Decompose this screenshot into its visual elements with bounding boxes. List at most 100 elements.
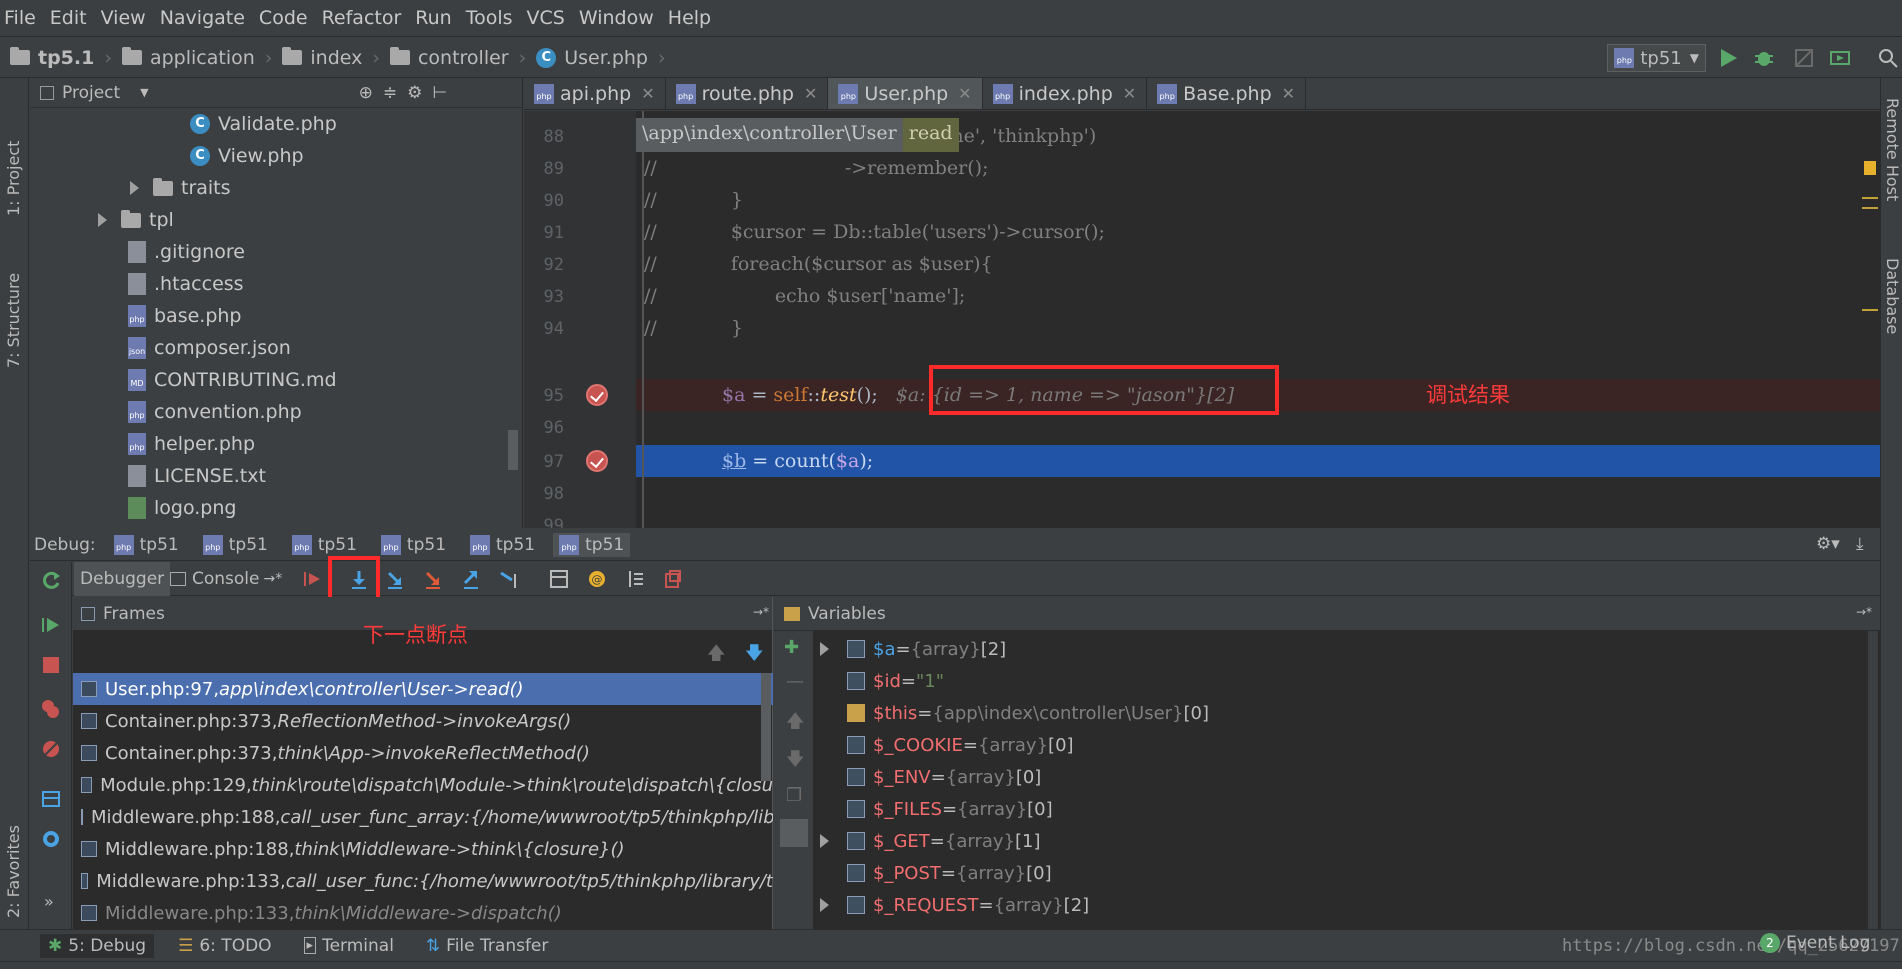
- tree-item[interactable]: logo.png: [30, 492, 236, 524]
- remove-watch-icon[interactable]: —: [786, 671, 804, 692]
- menu-tools[interactable]: Tools: [466, 7, 513, 29]
- rerun-icon[interactable]: [1828, 46, 1852, 70]
- close-icon[interactable]: ✕: [641, 84, 654, 103]
- variable-row[interactable]: $_POST = {array} [0]: [814, 857, 1052, 889]
- crumb-application[interactable]: application ›: [121, 47, 272, 69]
- frame-row[interactable]: Container.php:373, think\App->invokeRefl…: [73, 737, 773, 769]
- debug-session-tab[interactable]: php tp51: [464, 533, 541, 557]
- view-breakpoints-icon[interactable]: [40, 698, 62, 720]
- arrow-up-icon[interactable]: 🡅: [707, 641, 726, 671]
- menu-window[interactable]: Window: [579, 7, 654, 29]
- frame-row[interactable]: Middleware.php:188, call_user_func_array…: [73, 801, 773, 833]
- variable-row[interactable]: $_ENV = {array} [0]: [814, 761, 1041, 793]
- arrow-up-icon[interactable]: 🡅: [786, 709, 805, 739]
- menu-file[interactable]: File: [4, 7, 36, 29]
- close-icon[interactable]: ✕: [1123, 84, 1136, 103]
- tree-item[interactable]: MD CONTRIBUTING.md: [30, 364, 337, 396]
- arrow-down-icon[interactable]: 🡇: [786, 747, 805, 777]
- event-log-button[interactable]: 2 Event Log: [1760, 933, 1870, 953]
- hide-icon[interactable]: ⊢: [432, 83, 447, 103]
- run-config-select[interactable]: php tp51 ▼: [1607, 44, 1706, 72]
- step-out-icon[interactable]: [460, 568, 482, 590]
- menu-help[interactable]: Help: [668, 7, 711, 29]
- breakpoint-icon[interactable]: [586, 450, 608, 472]
- warning-marker[interactable]: [1864, 161, 1876, 175]
- tree-item[interactable]: .gitignore: [30, 236, 245, 268]
- tool-database[interactable]: Database: [1883, 258, 1902, 334]
- expand-arrow-icon[interactable]: [130, 181, 139, 195]
- tool-file-transfer-button[interactable]: ⇅ File Transfer: [418, 934, 556, 958]
- tree-item[interactable]: C View.php: [30, 140, 304, 172]
- run-to-cursor-icon[interactable]: [498, 568, 520, 590]
- step-into-icon[interactable]: [384, 568, 406, 590]
- frame-row[interactable]: Middleware.php:188, think\Middleware->th…: [73, 833, 773, 865]
- tab-debugger[interactable]: Debugger: [74, 562, 171, 596]
- scrollbar-thumb[interactable]: [508, 430, 518, 470]
- tree-item[interactable]: php base.php: [30, 300, 242, 332]
- rerun-icon[interactable]: [40, 570, 62, 592]
- gear-icon[interactable]: ⚙▾: [1816, 534, 1840, 554]
- frame-row[interactable]: Middleware.php:133, call_user_func:{/hom…: [73, 865, 773, 897]
- menu-navigate[interactable]: Navigate: [160, 7, 245, 29]
- crumb-file[interactable]: C User.php ›: [536, 47, 666, 69]
- menu-refactor[interactable]: Refactor: [322, 7, 402, 29]
- breakpoint-icon[interactable]: [586, 384, 608, 406]
- code-editor[interactable]: 88 //->with('name', 'thinkphp') 89 //->r…: [524, 111, 1880, 528]
- variable-row[interactable]: $_COOKIE = {array} [0]: [814, 729, 1074, 761]
- crumb-project[interactable]: tp5.1 ›: [10, 47, 112, 69]
- arrow-down-icon[interactable]: 🡇: [745, 641, 764, 671]
- frame-row[interactable]: Container.php:373, ReflectionMethod->inv…: [73, 705, 773, 737]
- new-watch-icon[interactable]: ✚: [784, 637, 799, 658]
- tab-route[interactable]: php route.php ✕: [666, 78, 829, 109]
- menu-vcs[interactable]: VCS: [527, 7, 565, 29]
- error-stripe-marker[interactable]: [1862, 309, 1878, 311]
- crumb-controller[interactable]: controller ›: [389, 47, 526, 69]
- variable-row[interactable]: $_GET = {array} [1]: [814, 825, 1040, 857]
- debug-icon[interactable]: [1752, 46, 1776, 70]
- locate-icon[interactable]: ⊕: [359, 83, 373, 103]
- stop-icon[interactable]: [40, 654, 62, 676]
- menu-run[interactable]: Run: [415, 7, 451, 29]
- tab-index[interactable]: php index.php ✕: [983, 78, 1148, 109]
- tree-item[interactable]: php convention.php: [30, 396, 302, 428]
- resume-icon[interactable]: [40, 614, 62, 636]
- tool-debug-button[interactable]: ✱ 5: Debug: [40, 933, 155, 958]
- variable-row[interactable]: $_FILES = {array} [0]: [814, 793, 1053, 825]
- editor-crumb-method[interactable]: read: [902, 118, 959, 152]
- error-stripe-marker[interactable]: [1862, 197, 1878, 209]
- editor-crumb-path[interactable]: \app\index\controller\User: [636, 118, 903, 152]
- tool-remote-host[interactable]: Remote Host: [1883, 98, 1902, 201]
- pin-icon[interactable]: →*: [753, 605, 769, 619]
- expand-arrow-icon[interactable]: [98, 213, 107, 227]
- expand-arrow-icon[interactable]: [820, 834, 829, 848]
- close-icon[interactable]: ✕: [958, 84, 971, 103]
- copy-icon[interactable]: ❐: [786, 785, 802, 806]
- copy-stack-icon[interactable]: [662, 568, 684, 590]
- tree-item[interactable]: tpl: [30, 204, 174, 236]
- hide-panel-icon[interactable]: ⤓: [1856, 534, 1864, 554]
- crumb-index[interactable]: index ›: [282, 47, 380, 69]
- tree-item[interactable]: json composer.json: [30, 332, 291, 364]
- scrollbar-track[interactable]: [1868, 631, 1878, 929]
- menu-view[interactable]: View: [101, 7, 146, 29]
- tab-api[interactable]: php api.php ✕: [524, 78, 666, 109]
- more-icon[interactable]: »: [44, 892, 54, 911]
- tab-console[interactable]: Console →*: [170, 562, 282, 596]
- show-execution-point-icon[interactable]: [302, 568, 324, 590]
- tool-favorites[interactable]: 2: Favorites: [4, 788, 23, 918]
- tree-item[interactable]: C Validate.php: [30, 108, 337, 140]
- tab-user[interactable]: php User.php ✕: [828, 78, 983, 109]
- gear-icon[interactable]: ⚙: [407, 83, 422, 103]
- debug-session-tab[interactable]: php tp51: [197, 533, 274, 557]
- menu-edit[interactable]: Edit: [50, 7, 87, 29]
- tool-project[interactable]: 1: Project: [4, 96, 23, 216]
- menu-code[interactable]: Code: [259, 7, 308, 29]
- debug-session-tab[interactable]: php tp51: [375, 533, 452, 557]
- debug-session-tab[interactable]: php tp51: [108, 533, 185, 557]
- watch-icon[interactable]: @: [586, 568, 608, 590]
- layout-icon[interactable]: [40, 788, 62, 810]
- project-panel-title[interactable]: Project: [62, 83, 120, 103]
- debug-session-tab-active[interactable]: php tp51: [553, 532, 631, 557]
- variable-row[interactable]: $_REQUEST = {array} [2]: [814, 889, 1089, 921]
- pin-icon[interactable]: →*: [1856, 605, 1872, 619]
